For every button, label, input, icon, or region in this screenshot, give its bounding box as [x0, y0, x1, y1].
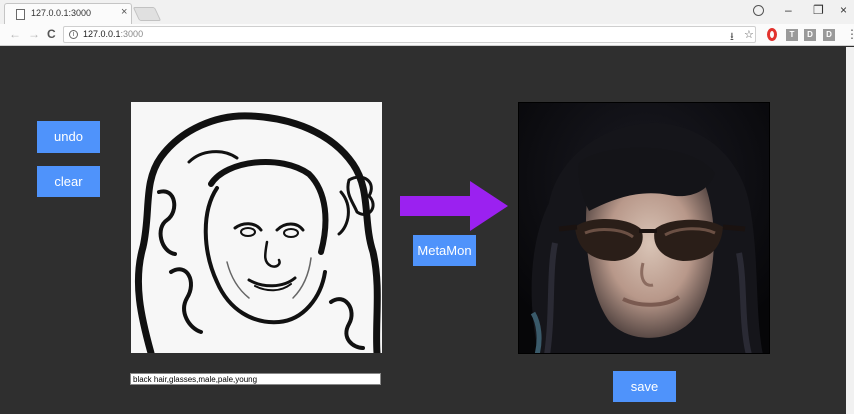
restore-button[interactable]: ❐	[813, 3, 824, 17]
tab-title: 127.0.0.1:3000	[31, 8, 92, 18]
extension-d2-icon[interactable]: D	[823, 29, 835, 41]
attributes-input[interactable]	[130, 373, 381, 385]
sketch-drawing	[134, 112, 381, 353]
sketch-canvas[interactable]	[131, 102, 382, 353]
metamon-button[interactable]: MetaMon	[413, 235, 476, 266]
url-text: 127.0.0.1:3000	[83, 29, 143, 39]
arrow-right-icon	[400, 181, 508, 231]
clear-button[interactable]: clear	[37, 166, 100, 197]
forward-button[interactable]: →	[28, 27, 40, 41]
new-tab-button[interactable]	[132, 7, 162, 21]
opera-icon[interactable]	[767, 28, 777, 41]
browser-menu-icon[interactable]: ⋮	[846, 27, 854, 41]
browser-toolbar: ← → C i 127.0.0.1:3000 ⭳ ☆ T D D ⋮	[0, 24, 854, 46]
reload-button[interactable]: C	[47, 27, 56, 41]
url-port: :3000	[120, 29, 144, 39]
account-icon[interactable]	[753, 5, 764, 16]
scrollbar[interactable]	[846, 47, 854, 414]
browser-titlebar: 127.0.0.1:3000 × – ❐ ×	[0, 0, 854, 24]
close-window-button[interactable]: ×	[840, 3, 847, 17]
browser-tab[interactable]: 127.0.0.1:3000 ×	[4, 3, 132, 24]
undo-button[interactable]: undo	[37, 121, 100, 153]
url-host: 127.0.0.1	[83, 29, 121, 39]
minimize-button[interactable]: –	[785, 3, 792, 17]
download-icon[interactable]: ⭳	[730, 28, 734, 47]
address-bar[interactable]: i 127.0.0.1:3000	[63, 26, 756, 43]
generated-face-image	[518, 102, 770, 354]
extension-d-icon[interactable]: D	[804, 29, 816, 41]
bookmark-star-icon[interactable]: ☆	[744, 28, 754, 41]
info-icon[interactable]: i	[69, 30, 78, 39]
close-tab-icon[interactable]: ×	[121, 6, 127, 18]
save-button[interactable]: save	[613, 371, 676, 402]
generated-face-rendering	[519, 103, 769, 353]
page-icon	[16, 9, 25, 20]
extension-t-icon[interactable]: T	[786, 29, 798, 41]
back-button[interactable]: ←	[9, 27, 21, 41]
